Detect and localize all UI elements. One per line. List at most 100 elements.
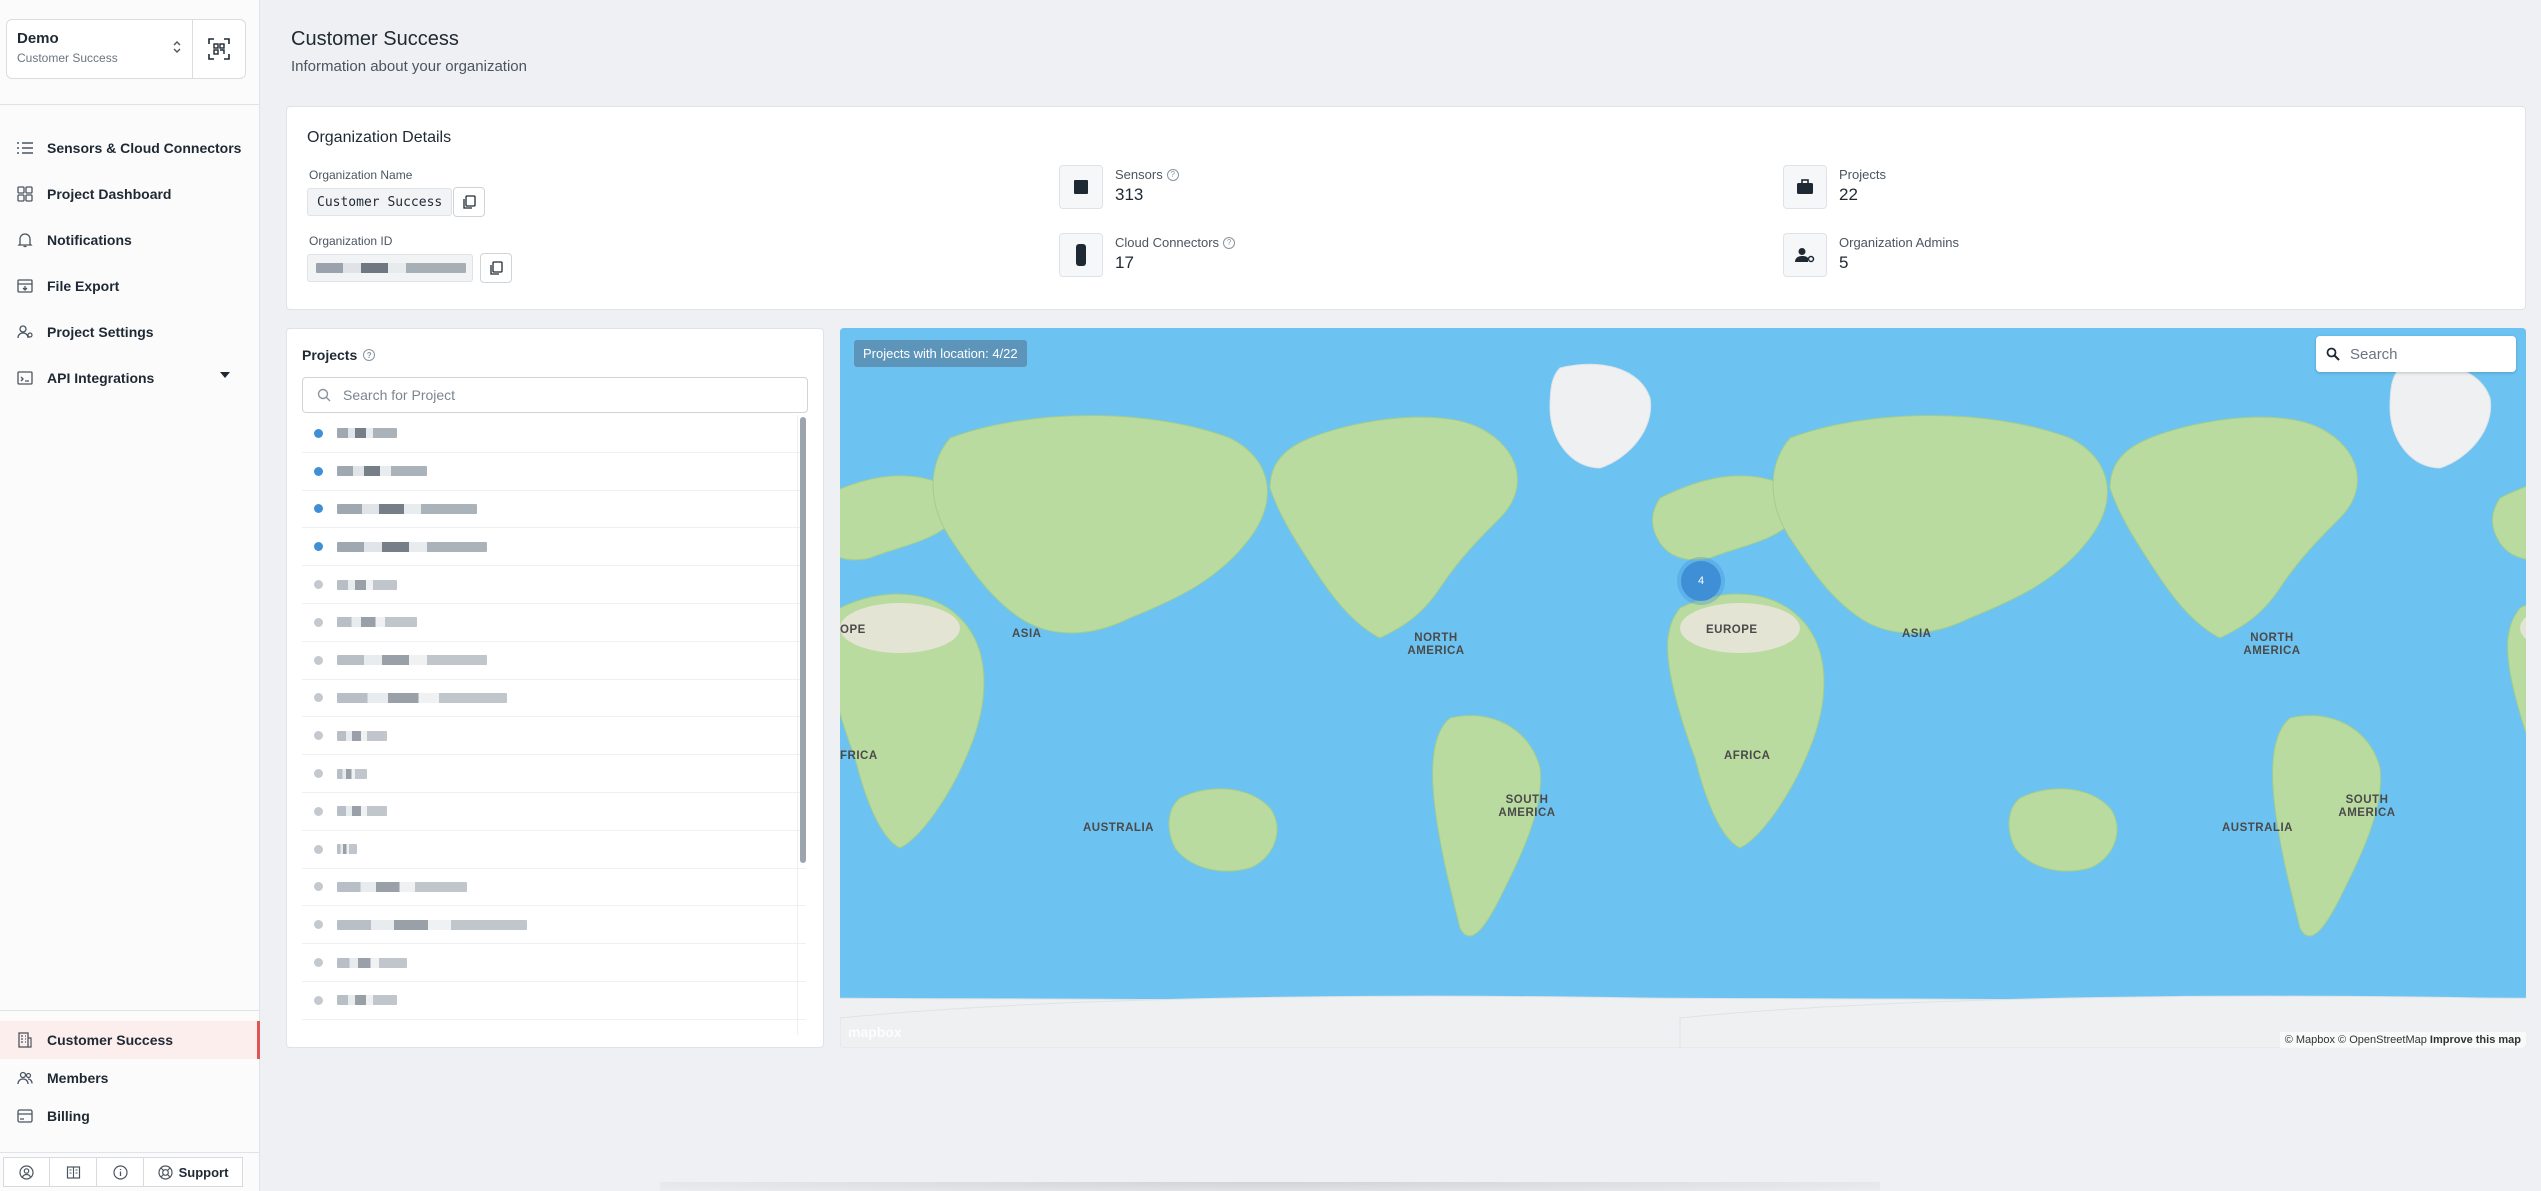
stat-value: 313 <box>1115 185 1144 204</box>
attribution-text[interactable]: © Mapbox © OpenStreetMap <box>2285 1034 2427 1046</box>
stat-label: Organization Admins <box>1839 235 1959 250</box>
nav-item-notifications[interactable]: Notifications <box>0 217 260 263</box>
project-row[interactable] <box>302 982 806 1020</box>
nav-item-project-dashboard[interactable]: Project Dashboard <box>0 171 260 217</box>
nav-item-label: Customer Success <box>47 1032 174 1048</box>
org-id-value <box>307 254 473 282</box>
projects-map[interactable]: Projects with location: 4/22 ASIA NORTH … <box>840 328 2526 1048</box>
projects-card: Projects ? <box>286 328 824 1048</box>
org-select[interactable]: Demo Customer Success <box>7 20 193 78</box>
project-row[interactable] <box>302 566 806 604</box>
redacted-project-name <box>337 503 477 514</box>
project-row[interactable] <box>302 831 806 869</box>
profile-button[interactable] <box>3 1157 50 1187</box>
scan-qr-button[interactable] <box>193 20 245 78</box>
stat-org-admins: Organization Admins 5 <box>1783 233 1959 277</box>
stat-label: Projects <box>1839 167 1886 182</box>
docs-button[interactable] <box>50 1157 97 1187</box>
no-location-dot-icon <box>314 731 323 741</box>
project-row[interactable] <box>302 755 806 793</box>
user-settings-icon <box>16 323 34 341</box>
redacted-id <box>316 263 466 273</box>
project-row[interactable] <box>302 528 806 567</box>
nav-item-label: Sensors & Cloud Connectors <box>47 140 242 156</box>
map-search <box>2316 336 2516 372</box>
project-row[interactable] <box>302 491 806 529</box>
project-list <box>302 415 806 1047</box>
continent-label: SOUTH AMERICA <box>1498 794 1556 819</box>
nav-item-members[interactable]: Members <box>0 1059 260 1097</box>
project-row[interactable] <box>302 604 806 642</box>
stat-label: Cloud Connectors <box>1115 235 1220 250</box>
info-button[interactable] <box>97 1157 144 1187</box>
nav-item-label: Project Settings <box>47 324 154 340</box>
project-list-scrollbar[interactable] <box>797 415 807 1035</box>
redacted-project-name <box>337 617 417 628</box>
copy-icon <box>463 195 476 209</box>
stat-value: 17 <box>1115 253 1134 272</box>
continent-label: ASIA <box>1902 628 1932 640</box>
book-icon <box>66 1165 80 1179</box>
continent-label: SOUTH AMERICA <box>2338 794 2396 819</box>
mapbox-logo[interactable]: mapbox <box>848 1024 902 1040</box>
copy-org-name-button[interactable] <box>453 187 485 217</box>
map-search-input[interactable] <box>2350 345 2500 363</box>
help-icon[interactable]: ? <box>1166 168 1179 181</box>
project-cluster-marker[interactable]: 4 <box>1681 561 1721 601</box>
project-row[interactable] <box>302 717 806 756</box>
nav-item-api-integrations[interactable]: API Integrations <box>0 355 260 401</box>
page-title: Customer Success <box>291 28 459 50</box>
nav-item-label: Project Dashboard <box>47 186 172 202</box>
page-subtitle: Information about your organization <box>291 58 527 75</box>
project-row[interactable] <box>302 906 806 945</box>
help-icon[interactable]: ? <box>363 349 376 361</box>
map-attribution: © Mapbox © OpenStreetMap Improve this ma… <box>2279 1032 2526 1048</box>
stat-projects: Projects 22 <box>1783 165 1886 209</box>
continent-label: FRICA <box>840 750 878 762</box>
nav-item-billing[interactable]: Billing <box>0 1097 260 1135</box>
stat-value: 22 <box>1839 185 1858 204</box>
org-switcher: Demo Customer Success <box>6 19 246 79</box>
no-location-dot-icon <box>314 995 323 1005</box>
credit-card-icon <box>16 1107 34 1125</box>
project-row[interactable] <box>302 680 806 718</box>
scan-icon <box>208 38 230 60</box>
info-icon <box>112 1164 128 1180</box>
sidebar-divider <box>0 1010 260 1011</box>
org-sub: Customer Success <box>17 51 118 65</box>
project-row[interactable] <box>302 415 806 453</box>
nav-item-label: Members <box>47 1070 109 1086</box>
support-button[interactable]: Support <box>144 1157 243 1187</box>
project-row[interactable] <box>302 453 806 491</box>
continent-label: OPE <box>840 624 866 636</box>
continent-label: AUSTRALIA <box>2222 822 2293 834</box>
bottom-shadow <box>660 1182 1880 1191</box>
lifebuoy-icon <box>157 1164 173 1180</box>
location-dot-icon <box>314 542 323 552</box>
user-circle-icon <box>19 1164 34 1180</box>
no-location-dot-icon <box>314 920 323 930</box>
stat-label: Sensors <box>1115 167 1163 182</box>
help-icon[interactable]: ? <box>1223 236 1236 249</box>
nav-item-sensors[interactable]: Sensors & Cloud Connectors <box>0 125 260 171</box>
nav-item-file-export[interactable]: File Export <box>0 263 260 309</box>
copy-org-id-button[interactable] <box>480 253 512 283</box>
project-row[interactable] <box>302 793 806 831</box>
projects-title-label: Projects <box>302 347 358 363</box>
redacted-project-name <box>337 428 397 439</box>
improve-map-link[interactable]: Improve this map <box>2430 1034 2521 1046</box>
nav-item-project-settings[interactable]: Project Settings <box>0 309 260 355</box>
main-nav: Sensors & Cloud Connectors Project Dashb… <box>0 125 260 401</box>
no-location-dot-icon <box>314 693 323 703</box>
project-row[interactable] <box>302 944 806 982</box>
project-row[interactable] <box>302 642 806 680</box>
nav-item-customer-success[interactable]: Customer Success <box>0 1021 260 1059</box>
sidebar: Demo Customer Success Sensors & Cloud Co… <box>0 0 260 1191</box>
projects-title: Projects ? <box>302 347 376 363</box>
project-search-input[interactable] <box>343 387 783 403</box>
scrollbar-thumb[interactable] <box>800 417 806 863</box>
project-row[interactable] <box>302 869 806 907</box>
api-icon <box>16 369 34 387</box>
stat-value: 5 <box>1839 253 1849 272</box>
nav-item-label: Notifications <box>47 232 132 248</box>
